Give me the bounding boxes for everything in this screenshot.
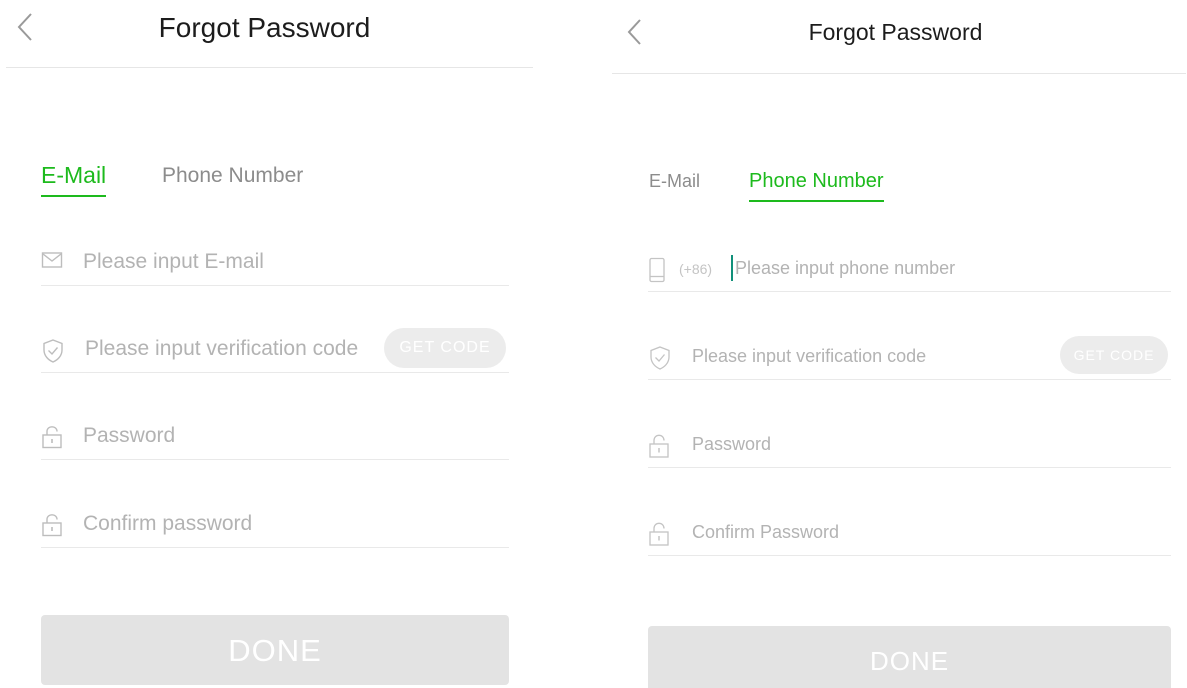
active-tab-underline <box>749 200 884 202</box>
field-divider <box>41 547 509 548</box>
password-placeholder: Password <box>692 434 772 454</box>
verification-code-placeholder: Please input verification code <box>692 346 927 366</box>
confirm-password-placeholder: Confirm password <box>83 512 253 535</box>
lock-icon <box>41 513 63 537</box>
header-divider <box>6 67 533 68</box>
email-field[interactable]: Please input E-mail <box>41 224 509 286</box>
lock-icon <box>41 425 63 449</box>
shield-check-icon <box>41 338 65 364</box>
field-divider <box>41 285 509 286</box>
tab-phone-number[interactable]: Phone Number <box>749 170 884 202</box>
lock-icon <box>648 433 670 459</box>
done-button[interactable]: DONE <box>41 615 509 685</box>
field-divider <box>648 555 1171 556</box>
tab-phone-number-label: Phone Number <box>749 170 884 192</box>
header-divider <box>612 73 1186 74</box>
email-reset-screen: Forgot Password E-Mail Phone Number Plea… <box>0 0 545 688</box>
phone-number-field[interactable]: (+86) Please input phone number <box>648 231 1171 292</box>
tab-phone-number[interactable]: Phone Number <box>162 164 303 188</box>
get-code-button[interactable]: GET CODE <box>1060 336 1168 374</box>
tab-email[interactable]: E-Mail <box>649 171 700 192</box>
tab-email-label: E-Mail <box>41 162 107 188</box>
get-code-button[interactable]: GET CODE <box>384 328 506 368</box>
field-divider <box>41 459 509 460</box>
phone-number-placeholder: Please input phone number <box>735 258 956 278</box>
page-title: Forgot Password <box>158 12 371 43</box>
field-divider <box>41 372 509 373</box>
confirm-password-placeholder: Confirm Password <box>692 522 840 542</box>
tab-phone-number-label: Phone Number <box>162 164 304 187</box>
email-placeholder: Please input E-mail <box>83 250 264 273</box>
shield-check-icon <box>648 345 672 371</box>
done-button[interactable]: DONE <box>648 626 1171 688</box>
tab-email[interactable]: E-Mail <box>41 162 107 197</box>
page-title: Forgot Password <box>808 19 983 45</box>
password-placeholder: Password <box>83 424 176 447</box>
confirm-password-field[interactable]: Confirm password <box>41 486 509 548</box>
password-field[interactable]: Password <box>41 398 509 460</box>
active-tab-underline <box>41 195 107 197</box>
verification-code-placeholder: Please input verification code <box>85 337 359 360</box>
phone-icon <box>648 257 666 283</box>
phone-reset-screen: Forgot Password E-Mail Phone Number (+86… <box>612 0 1187 688</box>
mail-icon <box>41 251 63 269</box>
tab-email-label: E-Mail <box>649 171 701 191</box>
field-divider <box>648 291 1171 292</box>
confirm-password-field[interactable]: Confirm Password <box>648 495 1171 556</box>
country-code: (+86) <box>679 261 713 277</box>
lock-icon <box>648 521 670 547</box>
field-divider <box>648 467 1171 468</box>
text-caret <box>731 255 733 281</box>
password-field[interactable]: Password <box>648 407 1171 468</box>
field-divider <box>648 379 1171 380</box>
